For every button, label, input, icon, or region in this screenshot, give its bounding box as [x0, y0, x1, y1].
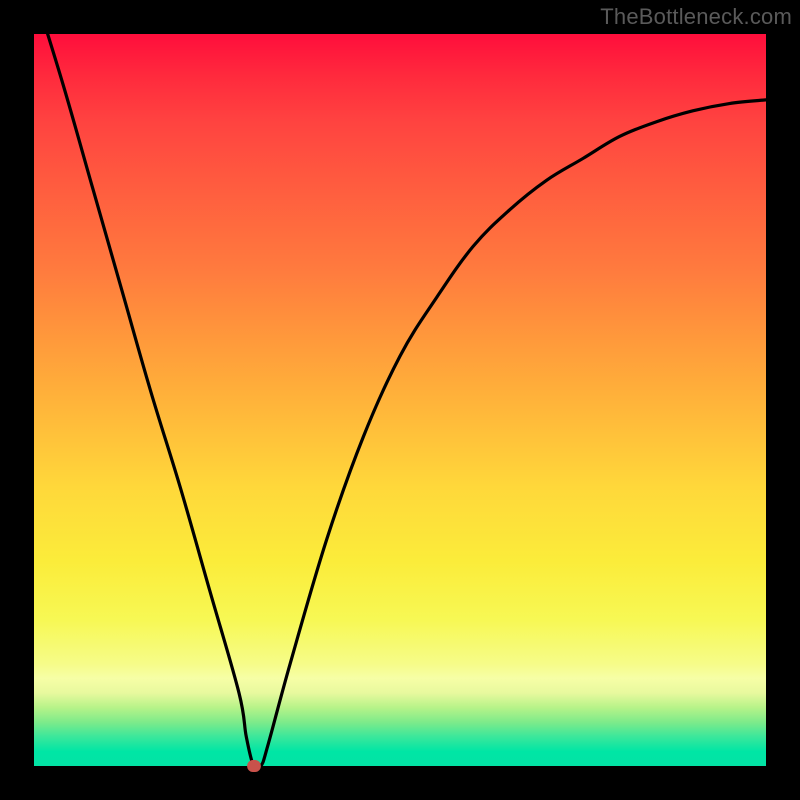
- watermark-text: TheBottleneck.com: [600, 4, 792, 30]
- min-point-marker: [247, 760, 261, 772]
- chart-frame: TheBottleneck.com: [0, 0, 800, 800]
- curve-line: [34, 34, 766, 766]
